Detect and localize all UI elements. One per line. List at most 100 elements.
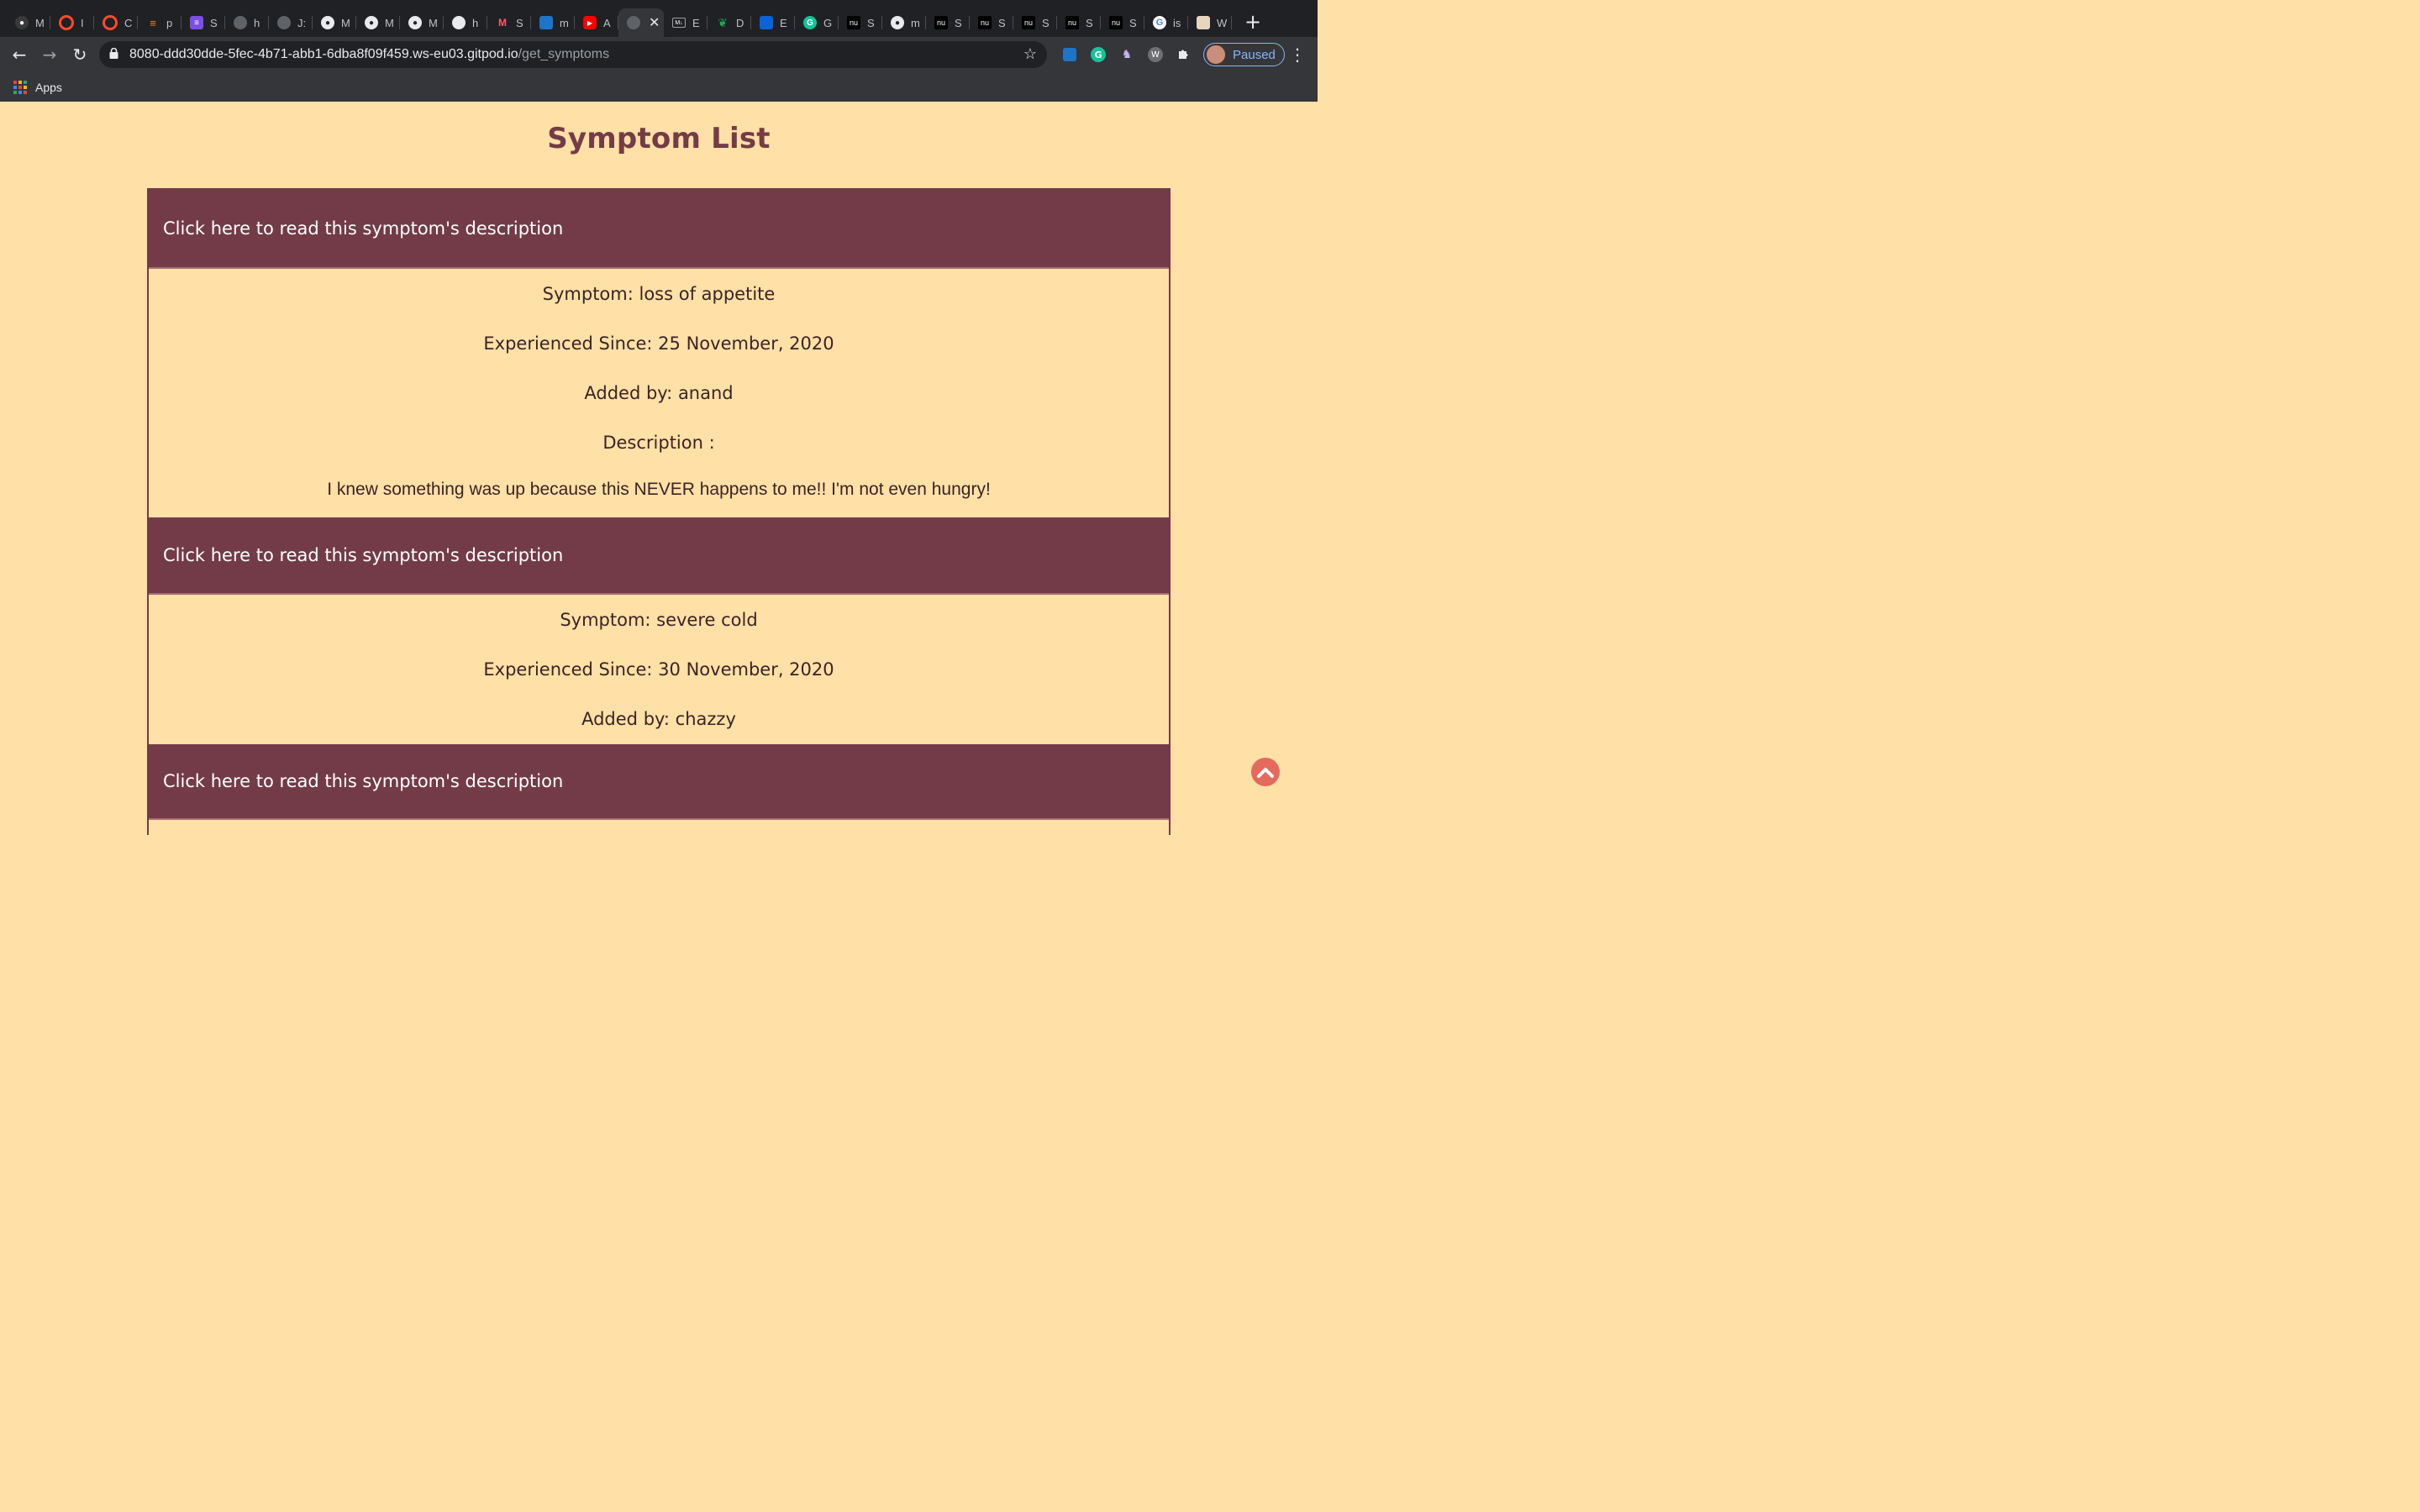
browser-tab[interactable]: ≡ p bbox=[138, 8, 182, 37]
extensions-area: G ♞ W Paused bbox=[1055, 41, 1285, 68]
unicorn-extension-icon[interactable]: ♞ bbox=[1116, 44, 1138, 66]
nu-icon: nu bbox=[847, 16, 860, 29]
url-path: /get_symptoms bbox=[518, 47, 610, 61]
symptom-list: Click here to read this symptom's descri… bbox=[147, 188, 1171, 835]
url-host: 8080-ddd30dde-5fec-4b71-abb1-6dba8f09f45… bbox=[129, 47, 518, 61]
lock-icon bbox=[109, 47, 121, 61]
forward-arrow-icon[interactable]: → bbox=[35, 40, 64, 69]
browser-tab[interactable]: ● m bbox=[882, 8, 926, 37]
apps-bookmark[interactable]: Apps bbox=[35, 81, 62, 94]
browser-tab[interactable]: nu S bbox=[839, 8, 882, 37]
nu-icon: nu bbox=[1065, 16, 1079, 29]
browser-tab[interactable]: GG bbox=[795, 8, 839, 37]
browser-tab[interactable]: MS bbox=[487, 8, 531, 37]
menu-kebab-icon[interactable]: ⋮ bbox=[1289, 45, 1306, 65]
github-icon: ● bbox=[408, 16, 422, 29]
github-icon: ● bbox=[321, 16, 334, 29]
symptom-body bbox=[149, 820, 1169, 835]
cube-extension-icon[interactable] bbox=[1059, 44, 1081, 66]
github-icon: ● bbox=[891, 16, 904, 29]
nu-icon: nu bbox=[1022, 16, 1035, 29]
back-arrow-icon[interactable]: ← bbox=[5, 40, 34, 69]
browser-tab[interactable]: ▶ A bbox=[575, 8, 618, 37]
browser-tab[interactable]: ● M bbox=[7, 8, 50, 37]
browser-tab[interactable]: I bbox=[50, 8, 94, 37]
browser-tab[interactable]: nu S bbox=[926, 8, 970, 37]
symptom-since: Experienced Since: 25 November, 2020 bbox=[483, 333, 834, 354]
browser-tab[interactable]: nu S bbox=[1101, 8, 1144, 37]
puzzle-extensions-icon[interactable] bbox=[1173, 44, 1195, 66]
browser-tab[interactable]: m bbox=[531, 8, 575, 37]
address-bar[interactable]: 8080-ddd30dde-5fec-4b71-abb1-6dba8f09f45… bbox=[99, 41, 1047, 68]
bookmark-star-icon[interactable]: ☆ bbox=[1023, 45, 1037, 63]
browser-tab[interactable]: M↓ E bbox=[664, 8, 708, 37]
profile-button[interactable]: Paused bbox=[1203, 43, 1285, 66]
chevron-up-icon bbox=[1257, 768, 1274, 778]
symptom-added-by: Added by: chazzy bbox=[581, 709, 736, 729]
symptom-header-label: Click here to read this symptom's descri… bbox=[163, 218, 564, 239]
browser-tab[interactable]: ● M bbox=[400, 8, 444, 37]
browser-tab[interactable]: ≡ S bbox=[182, 8, 225, 37]
browser-tab[interactable]: J: bbox=[269, 8, 313, 37]
list-icon: ≡ bbox=[190, 16, 203, 29]
profile-status: Paused bbox=[1233, 47, 1276, 62]
globe-icon bbox=[627, 16, 640, 29]
m-logo-icon: M bbox=[498, 17, 507, 29]
nu-icon: nu bbox=[934, 16, 948, 29]
leaf-icon: ❦ bbox=[718, 15, 728, 29]
w-extension-icon[interactable]: W bbox=[1144, 44, 1166, 66]
github-icon: ● bbox=[15, 16, 29, 29]
symptom-name: Symptom: loss of appetite bbox=[542, 284, 776, 304]
browser-tab-active[interactable]: ✕ bbox=[618, 8, 664, 37]
globe-icon bbox=[234, 16, 247, 29]
browser-tab[interactable]: ● M bbox=[356, 8, 400, 37]
browser-tab[interactable]: h bbox=[444, 8, 487, 37]
scroll-to-top-button[interactable] bbox=[1251, 758, 1280, 786]
symptom-header-label: Click here to read this symptom's descri… bbox=[163, 545, 564, 565]
github-icon: ● bbox=[365, 16, 378, 29]
grammarly-icon: G bbox=[803, 16, 817, 29]
browser-tab[interactable]: nu S bbox=[1057, 8, 1101, 37]
new-tab-icon[interactable]: + bbox=[1240, 10, 1265, 34]
bookmarks-bar: Apps bbox=[0, 72, 1318, 102]
symptom-header[interactable]: Click here to read this symptom's descri… bbox=[149, 517, 1169, 595]
reload-icon[interactable]: ↻ bbox=[66, 40, 94, 69]
description-label: Description : bbox=[602, 433, 715, 453]
youtube-icon: ▶ bbox=[583, 16, 597, 29]
symptom-header-label: Click here to read this symptom's descri… bbox=[163, 771, 564, 791]
grammarly-extension-icon[interactable]: G bbox=[1087, 44, 1109, 66]
opera-icon bbox=[59, 15, 74, 30]
outlook-icon bbox=[760, 16, 773, 29]
store-icon bbox=[1197, 16, 1210, 29]
browser-tab[interactable]: W bbox=[1188, 8, 1232, 37]
stackoverflow-icon: ≡ bbox=[150, 16, 156, 29]
tab-strip: ● M I C ≡ p ≡ S h J: ● M ● M ● M h MS m ▶ A ✕ M… bbox=[0, 0, 1318, 37]
close-tab-icon[interactable]: ✕ bbox=[649, 14, 660, 31]
browser-tab[interactable]: nu S bbox=[1013, 8, 1057, 37]
browser-tab[interactable]: C bbox=[94, 8, 138, 37]
google-icon: G bbox=[1153, 16, 1166, 29]
symptom-since: Experienced Since: 30 November, 2020 bbox=[483, 659, 834, 680]
symptom-description: I knew something was up because this NEV… bbox=[327, 480, 991, 499]
cube-icon bbox=[539, 16, 553, 29]
browser-tab[interactable]: ❦ D bbox=[708, 8, 751, 37]
symptom-header[interactable]: Click here to read this symptom's descri… bbox=[149, 190, 1169, 269]
globe-icon bbox=[452, 16, 466, 29]
symptom-name: Symptom: severe cold bbox=[560, 610, 758, 630]
globe-icon bbox=[277, 16, 291, 29]
symptom-body: Symptom: loss of appetite Experienced Si… bbox=[149, 269, 1169, 517]
browser-tab[interactable]: E bbox=[751, 8, 795, 37]
browser-tab[interactable]: Gis bbox=[1144, 8, 1188, 37]
browser-tab[interactable]: nu S bbox=[970, 8, 1013, 37]
nu-icon: nu bbox=[1109, 16, 1123, 29]
browser-tab[interactable]: ● M bbox=[313, 8, 356, 37]
avatar bbox=[1206, 45, 1226, 65]
browser-tab[interactable]: h bbox=[225, 8, 269, 37]
nu-icon: nu bbox=[978, 16, 992, 29]
apps-grid-icon bbox=[13, 80, 27, 94]
md-icon: M↓ bbox=[672, 18, 686, 28]
symptom-header[interactable]: Click here to read this symptom's descri… bbox=[149, 744, 1169, 820]
browser-toolbar: ← → ↻ 8080-ddd30dde-5fec-4b71-abb1-6dba8… bbox=[0, 37, 1318, 72]
symptom-added-by: Added by: anand bbox=[584, 383, 734, 403]
page-title: Symptom List bbox=[547, 122, 771, 155]
